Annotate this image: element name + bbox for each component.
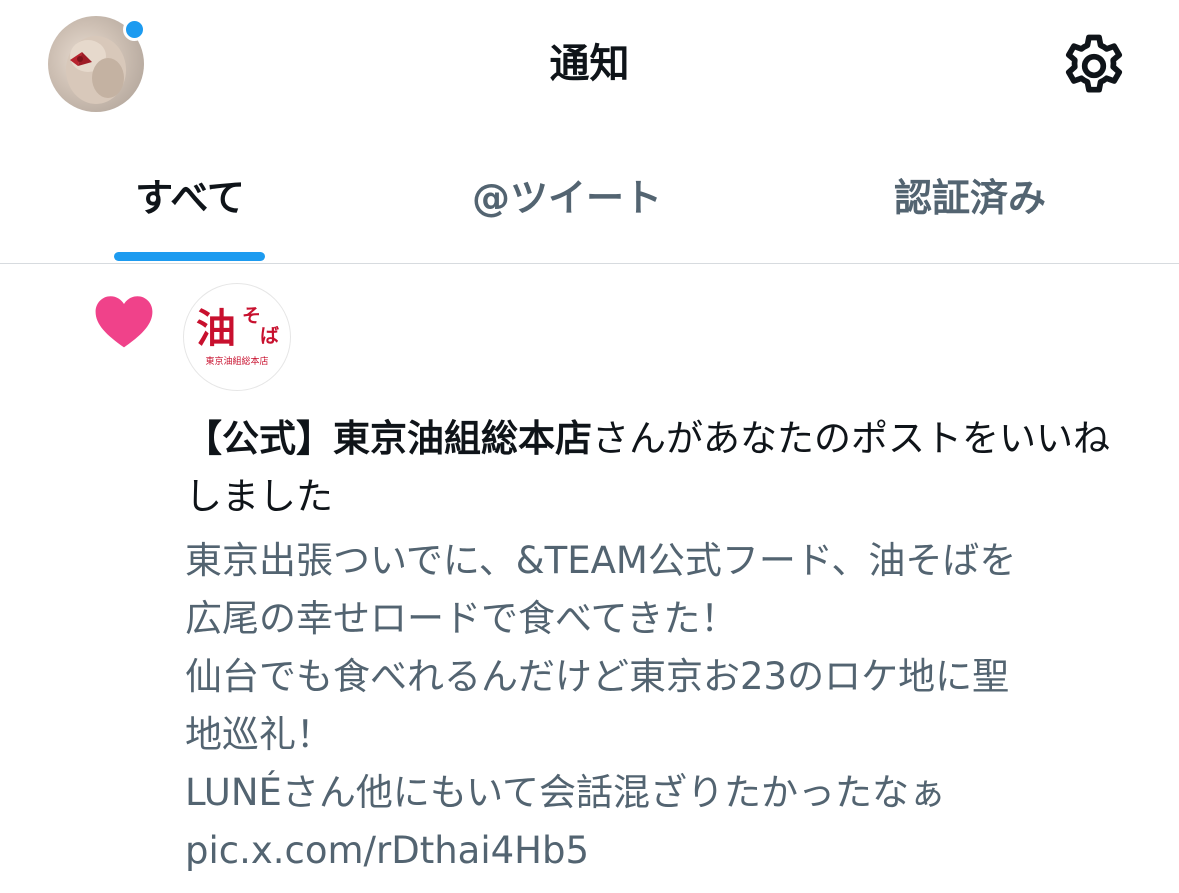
- logo-side-char-1: そ: [242, 305, 261, 327]
- tweet-link[interactable]: pic.x.com/rDthai4Hb5: [185, 822, 1160, 880]
- tab-all-label: すべて: [135, 176, 245, 220]
- tweet-line: 仙台でも食べれるんだけど東京お23のロケ地に聖: [185, 655, 1010, 698]
- tweet-line: 地巡礼！: [185, 713, 333, 756]
- tab-verified[interactable]: 認証済み: [820, 140, 1120, 262]
- actor-name[interactable]: 【公式】東京油組総本店: [185, 417, 592, 460]
- tab-mentions[interactable]: @ツイート: [417, 140, 717, 262]
- tweet-line: 広尾の幸せロードで食べてきた！: [185, 597, 738, 640]
- tab-all[interactable]: すべて: [40, 140, 340, 262]
- page-title: 通知: [549, 41, 630, 87]
- selected-tab-indicator: [114, 252, 265, 261]
- notification-text: 【公式】東京油組総本店さんがあなたのポストをいいねしました: [185, 410, 1145, 526]
- logo-main-char: 油: [196, 305, 236, 352]
- gear-icon[interactable]: [1058, 30, 1130, 102]
- tab-verified-label: 認証済み: [893, 176, 1046, 220]
- tweet-line: LUNÉさん他にもいて会話混ざりたかったなぁ: [185, 771, 947, 814]
- tab-mentions-label: @ツイート: [471, 176, 662, 220]
- logo-bottom-text: 東京油組総本店: [205, 355, 268, 367]
- tab-bar: すべて @ツイート 認証済み: [0, 140, 1179, 264]
- logo-side-char-2: ば: [260, 325, 279, 347]
- actor-avatar[interactable]: 油 そ ば 東京油組総本店: [183, 283, 291, 391]
- header: 通知: [0, 0, 1179, 130]
- tweet-line: 東京出張ついでに、&TEAM公式フード、油そばを: [185, 539, 1017, 582]
- heart-icon: [95, 296, 153, 348]
- shop-logo: 油 そ ば 東京油組総本店: [196, 305, 279, 367]
- tweet-preview[interactable]: 東京出張ついでに、&TEAM公式フード、油そばを 広尾の幸せロードで食べてきた！…: [185, 532, 1160, 880]
